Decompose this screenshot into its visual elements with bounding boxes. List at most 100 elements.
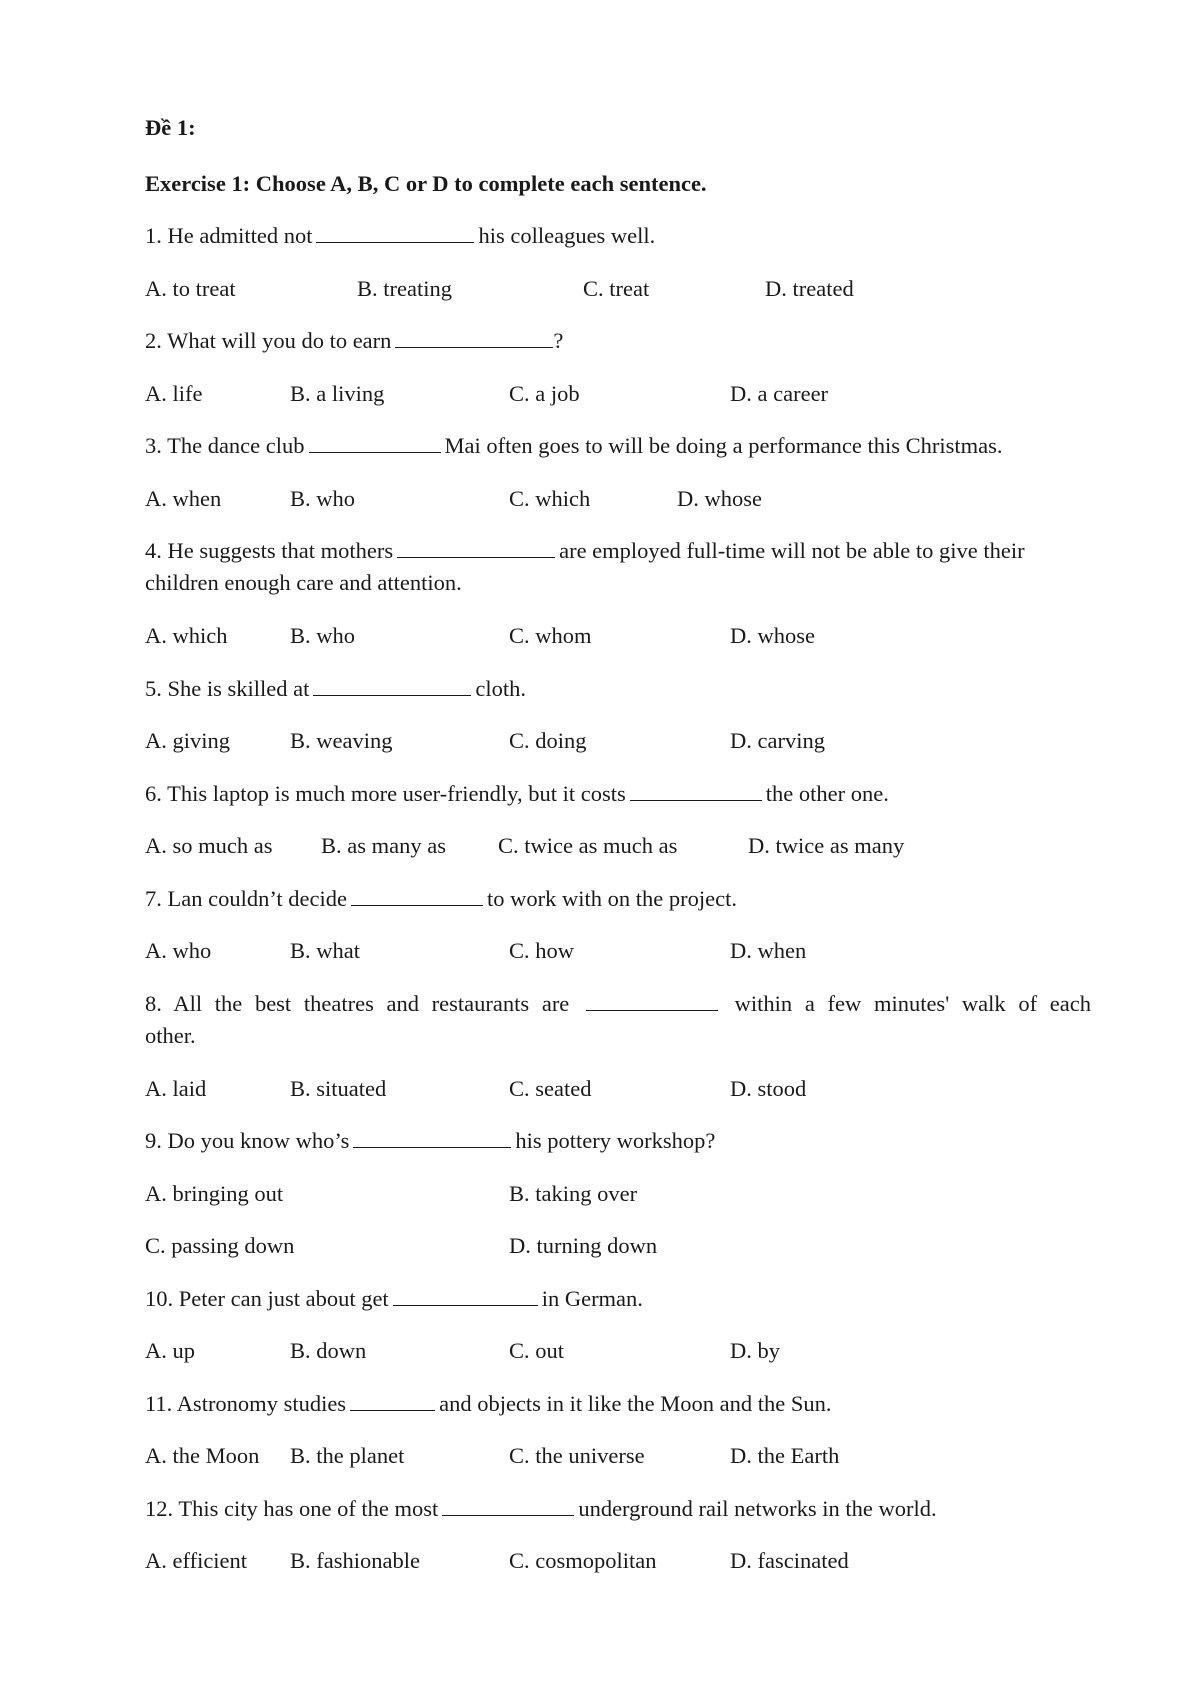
- option-c: C. passing down: [145, 1233, 295, 1258]
- question-continuation: children enough care and attention.: [145, 570, 462, 595]
- question-number: 2.: [145, 328, 162, 353]
- question-text-after: his colleagues well.: [478, 223, 656, 248]
- option-a: A. bringing out: [145, 1181, 284, 1206]
- answer-blank: [392, 1286, 538, 1306]
- question-text-before: This laptop is much more user-friendly, …: [167, 781, 626, 806]
- option-a: A. when: [145, 486, 222, 511]
- option-d: D. whose: [677, 486, 762, 511]
- question-text-before: Peter can just about get: [178, 1286, 389, 1311]
- question-text-before: The dance club: [167, 433, 305, 458]
- option-a: A. so much as: [145, 833, 273, 858]
- question-number: 10.: [145, 1286, 174, 1311]
- option-b: B. situated: [290, 1076, 387, 1101]
- question-number: 7.: [145, 886, 162, 911]
- answer-blank: [313, 676, 472, 696]
- option-a: A. giving: [145, 728, 231, 753]
- question-text-before: This city has one of the most: [178, 1496, 439, 1521]
- question-number: 11.: [145, 1391, 173, 1416]
- option-a: A. to treat: [145, 276, 236, 301]
- question-text-before: What will you do to earn: [167, 328, 392, 353]
- answer-blank: [442, 1496, 575, 1516]
- question-7: 7. Lan couldn’t decide to work with on th…: [145, 886, 737, 912]
- option-b: B. taking over: [509, 1181, 638, 1206]
- answer-blank: [353, 1128, 512, 1148]
- question-text-after: and objects in it like the Moon and the …: [439, 1391, 832, 1416]
- option-c: C. cosmopolitan: [509, 1548, 657, 1573]
- question-text-after: the other one.: [765, 781, 889, 806]
- option-a: A. life: [145, 381, 203, 406]
- question-text-before: She is skilled at: [167, 676, 310, 701]
- option-a: A. efficient: [145, 1548, 248, 1573]
- question-number: 8.: [145, 991, 162, 1016]
- question-6: 6. This laptop is much more user-friendl…: [145, 781, 889, 807]
- question-4: 4. He suggests that mothers are employed …: [145, 538, 1025, 564]
- question-11: 11. Astronomy studies and objects in it l…: [145, 1391, 832, 1417]
- option-b: B. weaving: [290, 728, 393, 753]
- option-c: C. out: [509, 1338, 565, 1363]
- question-text-after: within a few minutes' walk of each: [734, 991, 1091, 1016]
- answer-blank: [350, 1391, 436, 1411]
- question-text-after: in German.: [541, 1286, 643, 1311]
- question-8: 8. All the best theatres and restaurants…: [145, 991, 1091, 1017]
- question-text-after: Mai often goes to will be doing a perfor…: [444, 433, 1003, 458]
- answer-blank: [308, 433, 441, 453]
- question-9: 9. Do you know who’s his pottery workshop…: [145, 1128, 715, 1154]
- option-c: C. twice as much as: [498, 833, 678, 858]
- question-text-before: He suggests that mothers: [167, 538, 394, 563]
- option-b: B. treating: [357, 276, 452, 301]
- option-d: D. the Earth: [730, 1443, 840, 1468]
- question-number: 12.: [145, 1496, 174, 1521]
- question-number: 6.: [145, 781, 162, 806]
- option-a: A. laid: [145, 1076, 207, 1101]
- option-d: D. stood: [730, 1076, 807, 1101]
- option-d: D. when: [730, 938, 807, 963]
- question-text-before: He admitted not: [167, 223, 313, 248]
- answer-blank: [585, 991, 718, 1011]
- option-d: D. by: [730, 1338, 780, 1363]
- option-b: B. who: [290, 486, 356, 511]
- question-1: 1. He admitted not his colleagues well.: [145, 223, 655, 249]
- option-c: C. how: [509, 938, 575, 963]
- option-b: B. fashionable: [290, 1548, 420, 1573]
- option-c: C. seated: [509, 1076, 592, 1101]
- option-b: B. the planet: [290, 1443, 405, 1468]
- answer-blank: [351, 886, 484, 906]
- question-text-after: to work with on the project.: [487, 886, 737, 911]
- option-d: D. fascinated: [730, 1548, 849, 1573]
- option-b: B. as many as: [321, 833, 446, 858]
- option-c: C. treat: [583, 276, 650, 301]
- option-d: D. twice as many: [748, 833, 905, 858]
- question-number: 5.: [145, 676, 162, 701]
- question-number: 3.: [145, 433, 162, 458]
- option-a: A. the Moon: [145, 1443, 260, 1468]
- option-b: B. what: [290, 938, 360, 963]
- question-text-after: his pottery workshop?: [515, 1128, 716, 1153]
- question-5: 5. She is skilled at cloth.: [145, 676, 526, 702]
- question-text-before: All the best theatres and restaurants ar…: [173, 991, 570, 1016]
- option-a: A. which: [145, 623, 228, 648]
- option-b: B. a living: [290, 381, 385, 406]
- option-d: D. a career: [730, 381, 829, 406]
- question-text-after: are employed full-time will not be able …: [559, 538, 1025, 563]
- question-12: 12. This city has one of the most undergr…: [145, 1496, 937, 1522]
- question-number: 9.: [145, 1128, 162, 1153]
- question-text-after: ?: [553, 328, 564, 353]
- option-c: C. the universe: [509, 1443, 645, 1468]
- answer-blank: [397, 538, 556, 558]
- question-continuation: other.: [145, 1023, 196, 1048]
- question-2: 2. What will you do to earn?: [145, 328, 563, 354]
- exam-page: Đề 1: Exercise 1: Choose A, B, C or D to…: [0, 0, 1200, 1698]
- answer-blank: [395, 328, 554, 348]
- answer-blank: [316, 223, 475, 243]
- option-b: B. down: [290, 1338, 367, 1363]
- question-10: 10. Peter can just about get in German.: [145, 1286, 643, 1312]
- exam-title: Đề 1:: [145, 115, 196, 140]
- option-b: B. who: [290, 623, 356, 648]
- answer-blank: [629, 781, 762, 801]
- question-text-before: Astronomy studies: [176, 1391, 347, 1416]
- option-d: D. whose: [730, 623, 815, 648]
- option-c: C. doing: [509, 728, 587, 753]
- option-a: A. who: [145, 938, 212, 963]
- question-text-after: cloth.: [475, 676, 526, 701]
- option-d: D. treated: [765, 276, 854, 301]
